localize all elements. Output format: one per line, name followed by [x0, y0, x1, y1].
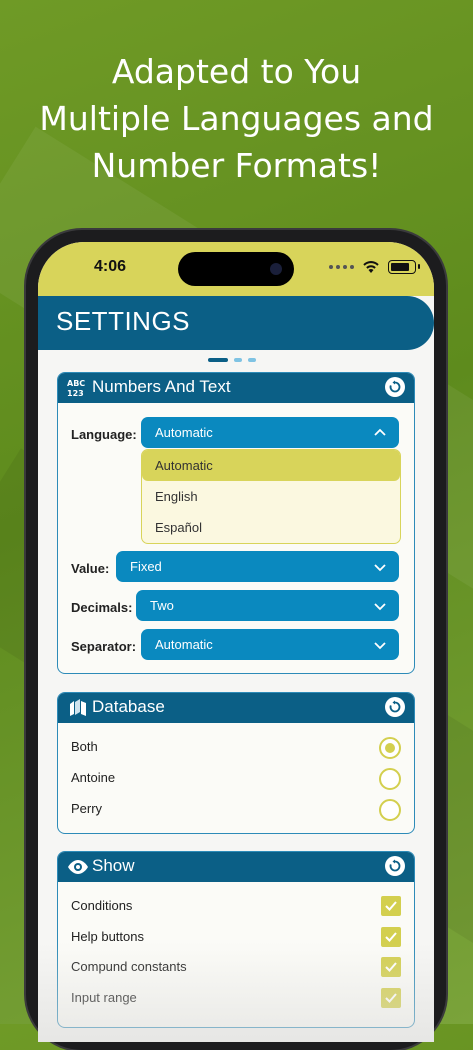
- dynamic-island: [178, 252, 294, 286]
- language-option[interactable]: Español: [142, 512, 400, 543]
- database-option-label: Both: [71, 739, 98, 754]
- wifi-icon: [363, 261, 379, 273]
- separator-value: Automatic: [155, 637, 213, 652]
- language-select[interactable]: Automatic: [141, 417, 399, 448]
- card-title: Show: [92, 856, 135, 875]
- chevron-down-icon: [374, 642, 386, 650]
- help-buttons-checkbox[interactable]: [381, 927, 401, 947]
- card-header: Show: [58, 852, 414, 882]
- status-time: 4:06: [94, 258, 127, 275]
- abc-123-icon: ABC 123: [67, 379, 85, 398]
- show-option-label: Input range: [71, 990, 137, 1005]
- database-card: Database Both Antoine Perry: [57, 692, 415, 834]
- reset-icon: [389, 859, 401, 872]
- camera-icon: [270, 263, 282, 275]
- value-select[interactable]: Fixed: [116, 551, 399, 582]
- card-title: Database: [92, 697, 165, 716]
- battery-icon: [388, 260, 420, 274]
- language-option[interactable]: English: [142, 481, 400, 512]
- promo-headline: Adapted to You Multiple Languages and Nu…: [0, 48, 473, 189]
- page-dot-3[interactable]: [248, 358, 256, 362]
- reset-button[interactable]: [385, 377, 405, 397]
- show-option-label: Conditions: [71, 898, 133, 913]
- database-icon: [70, 699, 86, 716]
- show-option-label: Help buttons: [71, 929, 144, 944]
- headline-line-2: Multiple Languages and: [39, 99, 434, 138]
- database-radio-antoine[interactable]: [379, 768, 401, 790]
- card-header: ABC 123 Numbers And Text: [58, 373, 414, 403]
- checkmark-icon: [385, 993, 397, 1003]
- chevron-down-icon: [374, 603, 386, 611]
- chevron-up-icon: [374, 428, 386, 436]
- database-radio-both[interactable]: [379, 737, 401, 759]
- phone-screen: 4:06 SETTINGS ABC 123 Numbers And Text L…: [38, 242, 434, 1042]
- conditions-checkbox[interactable]: [381, 896, 401, 916]
- show-card: Show Conditions Help buttons Compund con…: [57, 851, 415, 1028]
- svg-text:123: 123: [67, 389, 84, 398]
- value-value: Fixed: [130, 559, 162, 574]
- decimals-select[interactable]: Two: [136, 590, 399, 621]
- compound-constants-checkbox[interactable]: [381, 957, 401, 977]
- decimals-value: Two: [150, 598, 174, 613]
- database-radio-perry[interactable]: [379, 799, 401, 821]
- database-option-label: Antoine: [71, 770, 116, 785]
- numbers-text-card: ABC 123 Numbers And Text Language: Autom…: [57, 372, 415, 674]
- page-dot-1[interactable]: [208, 358, 228, 362]
- value-label: Value:: [71, 561, 110, 576]
- page-indicator[interactable]: [208, 358, 256, 362]
- checkmark-icon: [385, 932, 397, 942]
- signal-icon: [329, 265, 354, 269]
- page-dot-2[interactable]: [234, 358, 242, 362]
- separator-label: Separator:: [71, 639, 137, 654]
- reset-button[interactable]: [385, 697, 405, 717]
- reset-button[interactable]: [385, 856, 405, 876]
- show-option-label: Compund constants: [71, 959, 187, 974]
- settings-header: SETTINGS: [38, 296, 434, 350]
- eye-icon: [68, 860, 88, 874]
- checkmark-icon: [385, 962, 397, 972]
- page-title: SETTINGS: [56, 306, 191, 336]
- checkmark-icon: [385, 901, 397, 911]
- language-value: Automatic: [155, 425, 213, 440]
- reset-icon: [389, 700, 401, 713]
- chevron-down-icon: [374, 564, 386, 572]
- status-icons: [329, 260, 420, 274]
- card-header: Database: [58, 693, 414, 723]
- language-dropdown: Automatic English Español: [141, 449, 401, 544]
- language-label: Language:: [71, 427, 137, 442]
- svg-text:ABC: ABC: [67, 379, 85, 388]
- headline-line-3: Number Formats!: [91, 146, 382, 185]
- language-option[interactable]: Automatic: [142, 450, 400, 481]
- separator-select[interactable]: Automatic: [141, 629, 399, 660]
- reset-icon: [389, 380, 401, 393]
- decimals-label: Decimals:: [71, 600, 133, 615]
- input-range-checkbox[interactable]: [381, 988, 401, 1008]
- card-title: Numbers And Text: [92, 377, 231, 396]
- status-bar: 4:06: [38, 242, 434, 296]
- database-option-label: Perry: [71, 801, 103, 816]
- headline-line-1: Adapted to You: [111, 52, 362, 91]
